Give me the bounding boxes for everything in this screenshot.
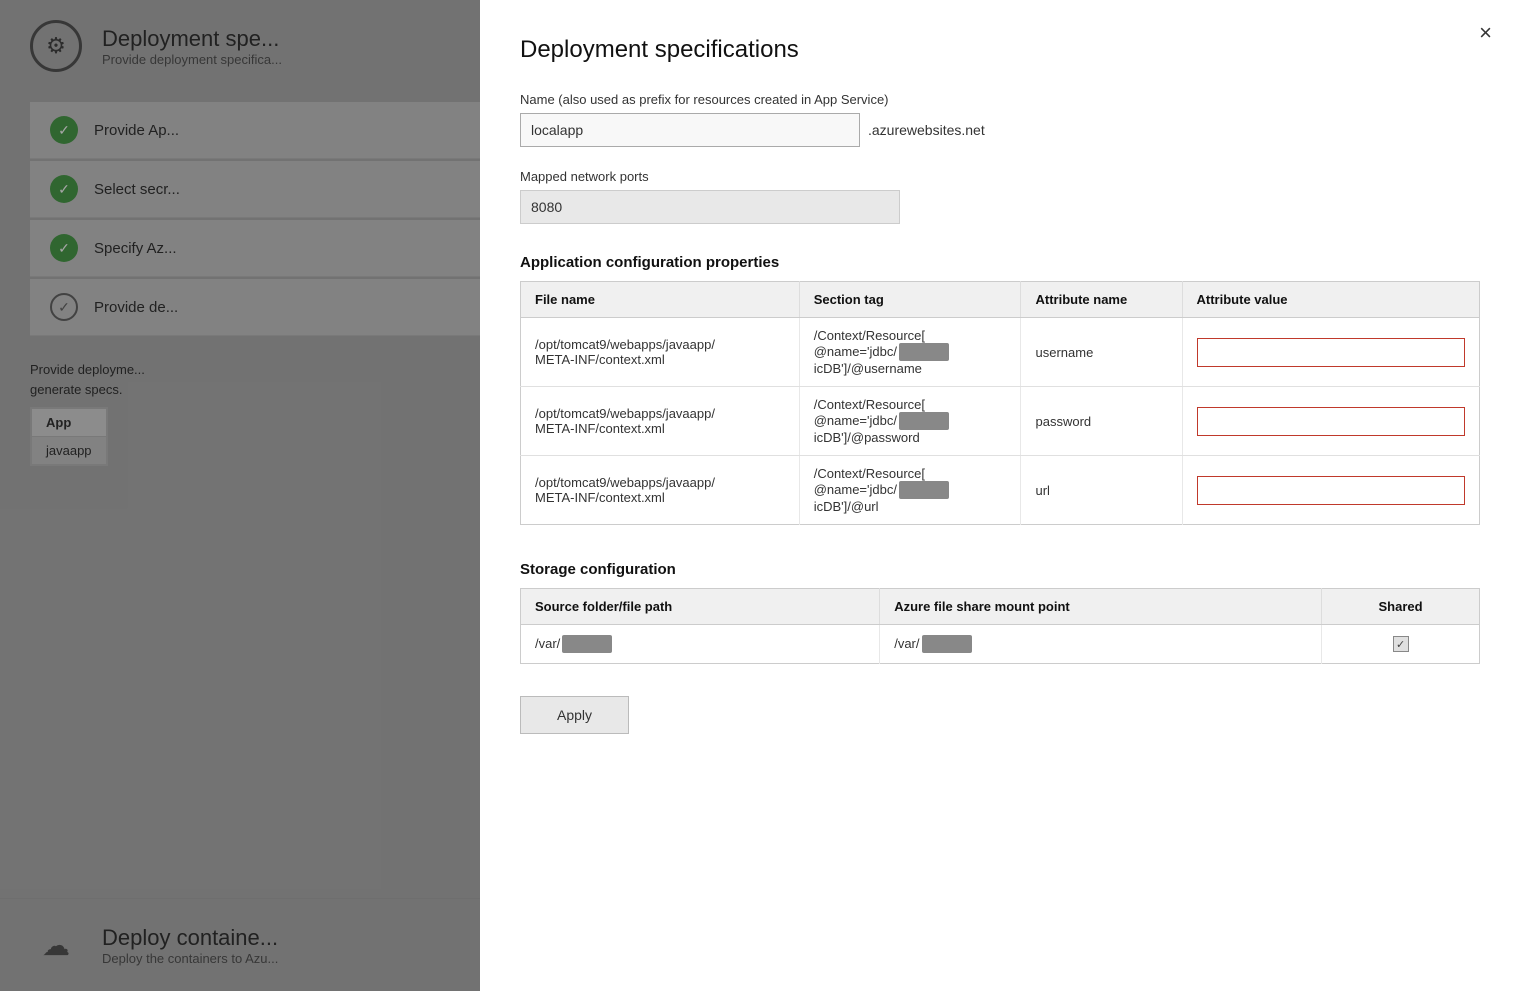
- config-row-1-file: /opt/tomcat9/webapps/javaapp/META-INF/co…: [521, 318, 800, 387]
- col-section-tag: Section tag: [799, 282, 1021, 318]
- close-button[interactable]: ×: [1479, 22, 1492, 44]
- storage-shared-cell: ✓: [1322, 625, 1480, 664]
- name-input[interactable]: [520, 113, 860, 147]
- config-row-3-file: /opt/tomcat9/webapps/javaapp/META-INF/co…: [521, 456, 800, 525]
- config-row-url: /opt/tomcat9/webapps/javaapp/META-INF/co…: [521, 456, 1480, 525]
- storage-mount-point: /var/████: [880, 625, 1322, 664]
- name-label: Name (also used as prefix for resources …: [520, 92, 1480, 107]
- modal-title: Deployment specifications: [520, 36, 1480, 64]
- config-row-password: /opt/tomcat9/webapps/javaapp/META-INF/co…: [521, 387, 1480, 456]
- storage-config-title: Storage configuration: [520, 561, 1480, 578]
- name-field-row: .azurewebsites.net: [520, 113, 1480, 147]
- app-config-table: File name Section tag Attribute name Att…: [520, 281, 1480, 525]
- config-row-1-section: /Context/Resource[ @name='jdbc/████ icDB…: [799, 318, 1021, 387]
- config-row-2-attr-value: [1182, 387, 1479, 456]
- ports-label: Mapped network ports: [520, 169, 1480, 184]
- domain-suffix: .azurewebsites.net: [860, 122, 985, 138]
- storage-col-source: Source folder/file path: [521, 589, 880, 625]
- storage-header-row: Source folder/file path Azure file share…: [521, 589, 1480, 625]
- storage-source-path: /var/████: [521, 625, 880, 664]
- ports-input[interactable]: [520, 190, 900, 224]
- config-row-3-section: /Context/Resource[ @name='jdbc/████ icDB…: [799, 456, 1021, 525]
- shared-checkbox[interactable]: ✓: [1393, 636, 1409, 652]
- storage-col-shared: Shared: [1322, 589, 1480, 625]
- attr-input-username[interactable]: [1197, 338, 1465, 367]
- config-row-2-section: /Context/Resource[ @name='jdbc/████ icDB…: [799, 387, 1021, 456]
- col-attr-name: Attribute name: [1021, 282, 1182, 318]
- storage-row-1: /var/████ /var/████ ✓: [521, 625, 1480, 664]
- config-row-2-file: /opt/tomcat9/webapps/javaapp/META-INF/co…: [521, 387, 800, 456]
- app-config-title: Application configuration properties: [520, 254, 1480, 271]
- config-row-2-attr-name: password: [1021, 387, 1182, 456]
- app-config-header-row: File name Section tag Attribute name Att…: [521, 282, 1480, 318]
- config-row-1-attr-value: [1182, 318, 1479, 387]
- col-file-name: File name: [521, 282, 800, 318]
- config-row-1-attr-name: username: [1021, 318, 1182, 387]
- config-row-username: /opt/tomcat9/webapps/javaapp/META-INF/co…: [521, 318, 1480, 387]
- attr-input-url[interactable]: [1197, 476, 1465, 505]
- modal-dialog: × Deployment specifications Name (also u…: [480, 0, 1520, 991]
- apply-button[interactable]: Apply: [520, 696, 629, 734]
- ports-field-row: [520, 190, 1480, 224]
- storage-col-mount: Azure file share mount point: [880, 589, 1322, 625]
- storage-table: Source folder/file path Azure file share…: [520, 588, 1480, 664]
- modal-overlay: × Deployment specifications Name (also u…: [0, 0, 1520, 991]
- col-attr-value: Attribute value: [1182, 282, 1479, 318]
- attr-input-password[interactable]: [1197, 407, 1465, 436]
- config-row-3-attr-value: [1182, 456, 1479, 525]
- config-row-3-attr-name: url: [1021, 456, 1182, 525]
